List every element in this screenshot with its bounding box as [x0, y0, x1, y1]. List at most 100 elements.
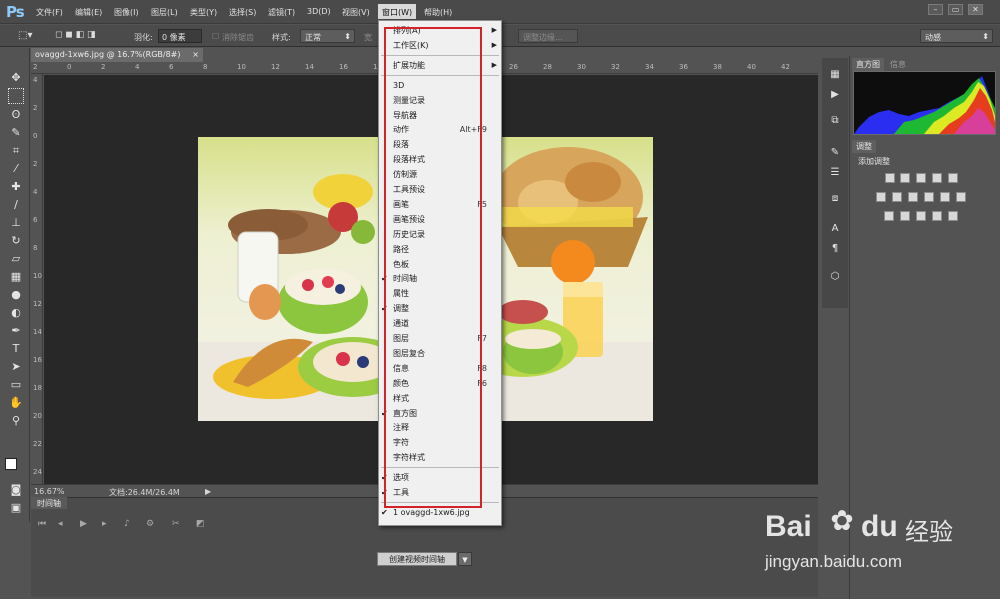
next-frame-icon[interactable]: ▸ [102, 519, 107, 529]
document-tab-title: ovaggd-1xw6.jpg @ 16.7%(RGB/8#) [35, 50, 181, 59]
menu-3d[interactable]: 3D(D) [307, 7, 331, 16]
menu-layer[interactable]: 图层(L) [151, 7, 178, 18]
gradient-tool-icon[interactable]: ▦ [8, 269, 24, 285]
timeline-tab[interactable]: 时间轴 [31, 497, 67, 509]
ruler-tick-label: 2 [101, 63, 106, 71]
paw-logo-icon: ✿ [830, 504, 854, 537]
healing-brush-tool-icon[interactable]: ✚ [8, 179, 24, 195]
close-icon[interactable]: × [192, 50, 199, 59]
ruler-vertical: 4 2 0 2 4 6 8 10 12 14 16 18 20 22 24 [31, 74, 43, 484]
minimize-button[interactable]: – [928, 4, 943, 15]
brightness-adjustment-icon[interactable] [885, 173, 895, 183]
marquee-tool-icon[interactable] [8, 88, 24, 104]
style-select[interactable]: 正常 ⬍ [300, 29, 355, 43]
feather-input[interactable]: 0 像素 [158, 29, 202, 43]
type-tool-icon[interactable]: T [8, 341, 24, 357]
ruler-tick-label: 34 [645, 63, 654, 71]
foreground-color-swatch[interactable] [5, 458, 17, 470]
gradient-map-icon[interactable] [932, 211, 942, 221]
info-tab[interactable]: 信息 [886, 58, 910, 71]
pen-tool-icon[interactable]: ✒ [8, 323, 24, 339]
menu-image[interactable]: 图像(I) [114, 7, 139, 18]
zoom-tool-icon[interactable]: ⚲ [8, 413, 24, 429]
menu-help[interactable]: 帮助(H) [424, 7, 452, 18]
clone-stamp-tool-icon[interactable]: ⊥ [8, 215, 24, 231]
channel-mixer-icon[interactable] [940, 192, 950, 202]
history-brush-tool-icon[interactable]: ↻ [8, 233, 24, 249]
brush-panel-icon[interactable]: ✎ [828, 146, 842, 160]
marquee-tool-icon[interactable]: ⬚▾ [18, 30, 32, 41]
eyedropper-tool-icon[interactable]: ⁄ [8, 161, 24, 177]
menu-select[interactable]: 选择(S) [229, 7, 256, 18]
invert-icon[interactable] [884, 211, 894, 221]
ruler-tick-label: 16 [33, 356, 42, 364]
menu-edit[interactable]: 编辑(E) [75, 7, 102, 18]
levels-adjustment-icon[interactable] [900, 173, 910, 183]
chevron-down-icon[interactable]: ▼ [458, 552, 472, 566]
split-clip-icon[interactable]: ✂ [172, 519, 180, 529]
color-lookup-icon[interactable] [956, 192, 966, 202]
ruler-tick-label: 22 [33, 440, 42, 448]
curves-adjustment-icon[interactable] [916, 173, 926, 183]
hand-tool-icon[interactable]: ✋ [8, 395, 24, 411]
status-menu-arrow-icon[interactable]: ▶ [205, 487, 211, 496]
create-video-timeline-button[interactable]: 创建视频时间轴 [377, 552, 457, 566]
quick-select-tool-icon[interactable]: ✎ [8, 125, 24, 141]
threshold-icon[interactable] [916, 211, 926, 221]
ruler-tick-label: 0 [33, 132, 38, 140]
black-white-icon[interactable] [908, 192, 918, 202]
paragraph-panel-icon[interactable]: ¶ [828, 242, 842, 256]
go-to-first-frame-icon[interactable]: ⏮ [38, 519, 46, 529]
menu-type[interactable]: 类型(Y) [190, 7, 217, 18]
move-tool-icon[interactable]: ✥ [8, 70, 24, 86]
properties-panel-icon[interactable]: ⧉ [828, 114, 842, 128]
previous-frame-icon[interactable]: ◂ [58, 519, 63, 529]
add-adjustment-label: 添加调整 [858, 157, 890, 166]
hue-saturation-icon[interactable] [876, 192, 886, 202]
crop-tool-icon[interactable]: ⌗ [8, 143, 24, 159]
adjustments-tab[interactable]: 调整 [852, 140, 876, 153]
photo-filter-icon[interactable] [924, 192, 934, 202]
screen-mode-icon[interactable]: ▣ [8, 500, 24, 516]
document-tab[interactable]: ovaggd-1xw6.jpg @ 16.7%(RGB/8#) × [31, 48, 203, 62]
menu-file[interactable]: 文件(F) [36, 7, 63, 18]
character-panel-icon[interactable]: A [828, 222, 842, 236]
menu-view[interactable]: 视图(V) [342, 7, 370, 18]
refine-edge-button[interactable]: 调整边缘... [518, 29, 578, 43]
watermark-url: jingyan.baidu.com [765, 552, 903, 571]
actions-play-icon[interactable]: ▶ [828, 88, 842, 102]
watermark-product: 经验 [905, 518, 953, 546]
history-panel-icon[interactable]: ▦ [828, 68, 842, 82]
histogram-tab[interactable]: 直方图 [852, 58, 884, 71]
ruler-tick-label: 40 [747, 63, 756, 71]
3d-panel-icon[interactable]: ⬡ [828, 270, 842, 284]
exposure-adjustment-icon[interactable] [932, 173, 942, 183]
transition-icon[interactable]: ◩ [196, 519, 205, 529]
color-balance-icon[interactable] [892, 192, 902, 202]
vibrance-adjustment-icon[interactable] [948, 173, 958, 183]
brush-tool-icon[interactable]: ∕ [8, 197, 24, 213]
audio-icon[interactable]: ♪ [124, 519, 130, 529]
lasso-tool-icon[interactable]: ʘ [8, 107, 24, 123]
play-icon[interactable]: ▶ [80, 519, 87, 529]
menu-window[interactable]: 窗口(W) [378, 4, 417, 19]
selection-mode-icons[interactable]: ◻ ◼ ◧ ◨ [55, 30, 96, 40]
layers-panel-icon[interactable]: ⧈ [828, 192, 842, 206]
menu-filter[interactable]: 滤镜(T) [268, 7, 295, 18]
baidu-jingyan-watermark: Bai ✿ du 经验 jingyan.baidu.com [735, 492, 975, 582]
blur-tool-icon[interactable]: ● [8, 287, 24, 303]
quick-mask-icon[interactable]: ◙ [8, 482, 24, 498]
zoom-level[interactable]: 16.67% [34, 487, 65, 496]
adjust-sliders-icon[interactable]: ☰ [828, 166, 842, 180]
restore-button[interactable]: ▭ [948, 4, 963, 15]
antialias-checkbox[interactable]: ☐ [212, 32, 219, 41]
shape-tool-icon[interactable]: ▭ [8, 377, 24, 393]
close-button[interactable]: ✕ [968, 4, 983, 15]
dodge-tool-icon[interactable]: ◐ [8, 305, 24, 321]
eraser-tool-icon[interactable]: ▱ [8, 251, 24, 267]
workspace-select[interactable]: 动感 ⬍ [920, 29, 993, 43]
settings-gear-icon[interactable]: ⚙ [146, 519, 154, 529]
path-select-tool-icon[interactable]: ➤ [8, 359, 24, 375]
selective-color-icon[interactable] [948, 211, 958, 221]
posterize-icon[interactable] [900, 211, 910, 221]
